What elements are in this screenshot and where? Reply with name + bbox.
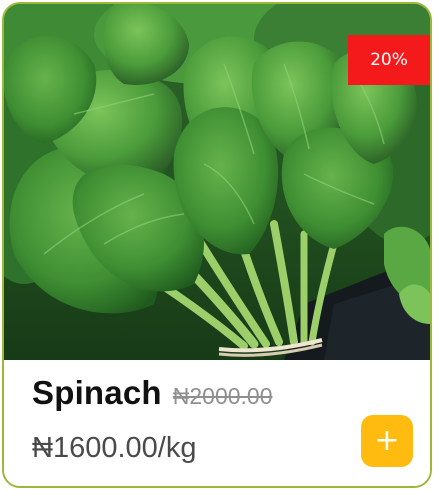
product-image[interactable]: 20% (4, 4, 430, 360)
plus-icon: + (374, 423, 400, 458)
product-card[interactable]: 20% Spinach ₦2000.00 ₦1600.00/kg + (2, 2, 432, 488)
current-price: ₦1600.00/kg (32, 432, 197, 464)
product-info: Spinach ₦2000.00 ₦1600.00/kg + (4, 360, 430, 486)
add-to-cart-button[interactable]: + (361, 415, 413, 467)
product-name[interactable]: Spinach (32, 374, 162, 412)
old-price: ₦2000.00 (172, 383, 273, 409)
title-row: Spinach ₦2000.00 (32, 374, 273, 412)
discount-badge: 20% (348, 35, 430, 85)
